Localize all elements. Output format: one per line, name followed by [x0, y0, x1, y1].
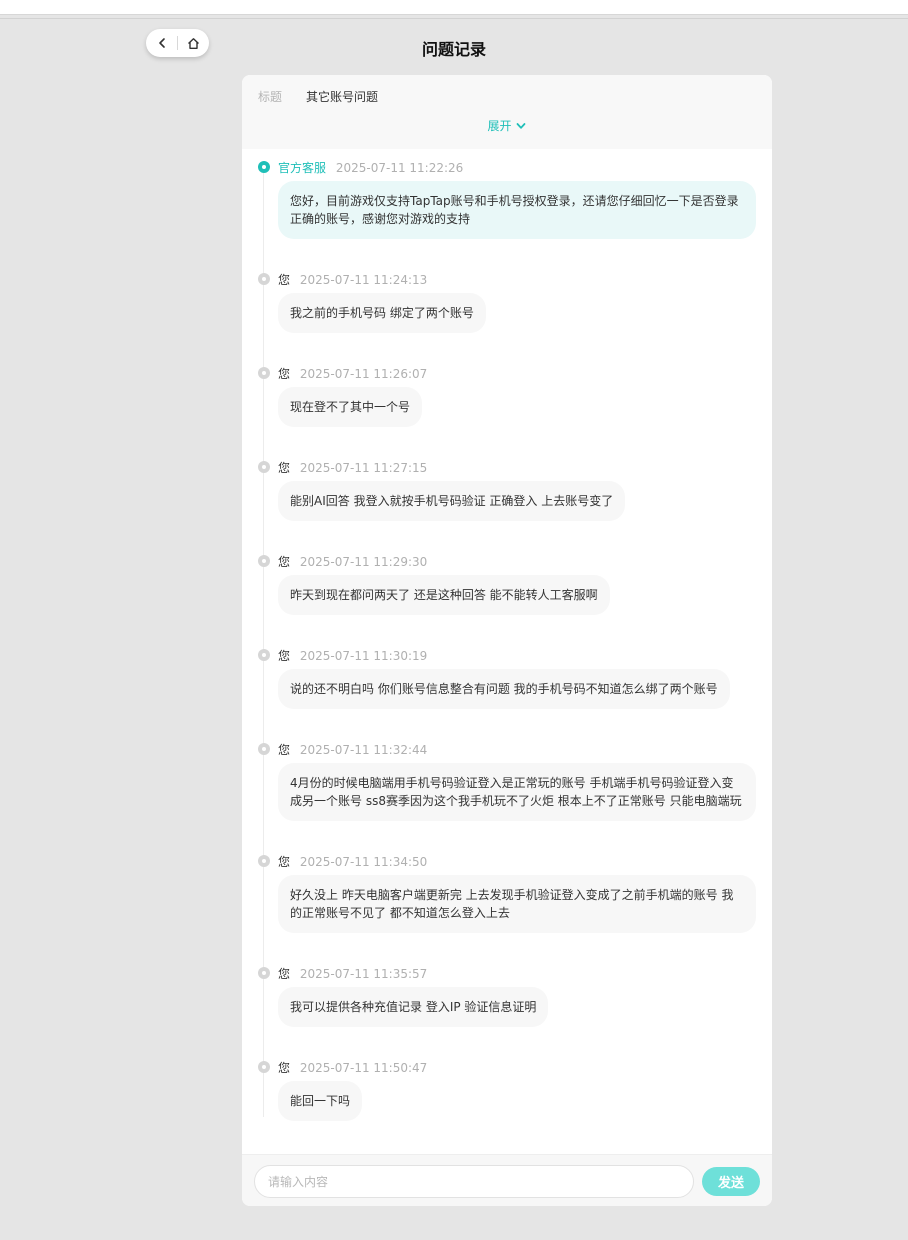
divider — [0, 18, 908, 19]
sender-name: 您 — [278, 855, 291, 869]
timeline-dot — [258, 855, 270, 867]
timestamp: 2025-07-11 11:50:47 — [299, 1061, 428, 1075]
issue-header: 标题 其它账号问题 展开 — [242, 75, 772, 149]
timeline-dot — [258, 367, 270, 379]
timeline-dot — [258, 461, 270, 473]
message-meta: 您 2025-07-11 11:32:44 — [278, 741, 427, 758]
conversation-card: 标题 其它账号问题 展开 官方客服 2025-07-11 11:22:26 您好… — [242, 75, 772, 1206]
chevron-down-icon — [516, 122, 525, 129]
timeline-dot — [258, 161, 270, 173]
message-bubble: 我之前的手机号码 绑定了两个账号 — [278, 293, 486, 333]
sender-name: 您 — [278, 555, 291, 569]
message-meta: 您 2025-07-11 11:30:19 — [278, 647, 427, 664]
message-meta: 您 2025-07-11 11:35:57 — [278, 965, 427, 982]
message-bubble: 现在登不了其中一个号 — [278, 387, 423, 427]
sender-name: 您 — [278, 1061, 291, 1075]
sender-name: 您 — [278, 273, 291, 287]
timeline-dot — [258, 1061, 270, 1073]
sender-name: 您 — [278, 461, 291, 475]
message-meta: 您 2025-07-11 11:27:15 — [278, 459, 427, 476]
sender-name: 您 — [278, 743, 291, 757]
message-meta: 您 2025-07-11 11:29:30 — [278, 553, 427, 570]
browser-top-bar — [0, 0, 908, 15]
send-button[interactable]: 发送 — [702, 1167, 760, 1196]
message-meta: 您 2025-07-11 11:50:47 — [278, 1059, 427, 1076]
message-timeline: 官方客服 2025-07-11 11:22:26 您好，目前游戏仅支持TapTa… — [242, 149, 772, 1154]
timestamp: 2025-07-11 11:22:26 — [335, 161, 464, 175]
timestamp: 2025-07-11 11:24:13 — [299, 273, 428, 287]
timestamp: 2025-07-11 11:27:15 — [299, 461, 428, 475]
sender-name: 官方客服 — [278, 161, 327, 175]
sender-name: 您 — [278, 967, 291, 981]
timeline-dot — [258, 649, 270, 661]
expand-toggle[interactable]: 展开 — [242, 117, 772, 134]
timestamp: 2025-07-11 11:29:30 — [299, 555, 428, 569]
message-bubble: 4月份的时候电脑端用手机号码验证登入是正常玩的账号 手机端手机号码验证登入变成另… — [278, 763, 756, 821]
message-bubble: 好久没上 昨天电脑客户端更新完 上去发现手机验证登入变成了之前手机端的账号 我的… — [278, 875, 756, 933]
title-value: 其它账号问题 — [306, 90, 379, 104]
timestamp: 2025-07-11 11:32:44 — [299, 743, 428, 757]
message-bubble: 我可以提供各种充值记录 登入IP 验证信息证明 — [278, 987, 549, 1027]
message-meta: 您 2025-07-11 11:24:13 — [278, 271, 427, 288]
message-meta: 您 2025-07-11 11:26:07 — [278, 365, 427, 382]
message-bubble: 能回一下吗 — [278, 1081, 363, 1121]
timeline-dot — [258, 555, 270, 567]
message-meta: 您 2025-07-11 11:34:50 — [278, 853, 427, 870]
timestamp: 2025-07-11 11:26:07 — [299, 367, 428, 381]
message-input[interactable] — [254, 1165, 694, 1198]
title-label: 标题 — [258, 90, 283, 104]
timeline-dot — [258, 743, 270, 755]
message-bubble: 昨天到现在都问两天了 还是这种回答 能不能转人工客服啊 — [278, 575, 610, 615]
timestamp: 2025-07-11 11:34:50 — [299, 855, 428, 869]
composer-bar: 发送 — [242, 1154, 772, 1206]
message-bubble: 说的还不明白吗 你们账号信息整合有问题 我的手机号码不知道怎么绑了两个账号 — [278, 669, 730, 709]
timeline-dot — [258, 967, 270, 979]
message-bubble: 您好，目前游戏仅支持TapTap账号和手机号授权登录，还请您仔细回忆一下是否登录… — [278, 181, 756, 239]
page-title: 问题记录 — [421, 40, 486, 59]
timestamp: 2025-07-11 11:35:57 — [299, 967, 428, 981]
message-bubble: 能别AI回答 我登入就按手机号码验证 正确登入 上去账号变了 — [278, 481, 626, 521]
sender-name: 您 — [278, 649, 291, 663]
timestamp: 2025-07-11 11:30:19 — [299, 649, 428, 663]
timeline-dot — [258, 273, 270, 285]
sender-name: 您 — [278, 367, 291, 381]
message-meta: 官方客服 2025-07-11 11:22:26 — [278, 159, 463, 176]
expand-label: 展开 — [487, 119, 512, 133]
